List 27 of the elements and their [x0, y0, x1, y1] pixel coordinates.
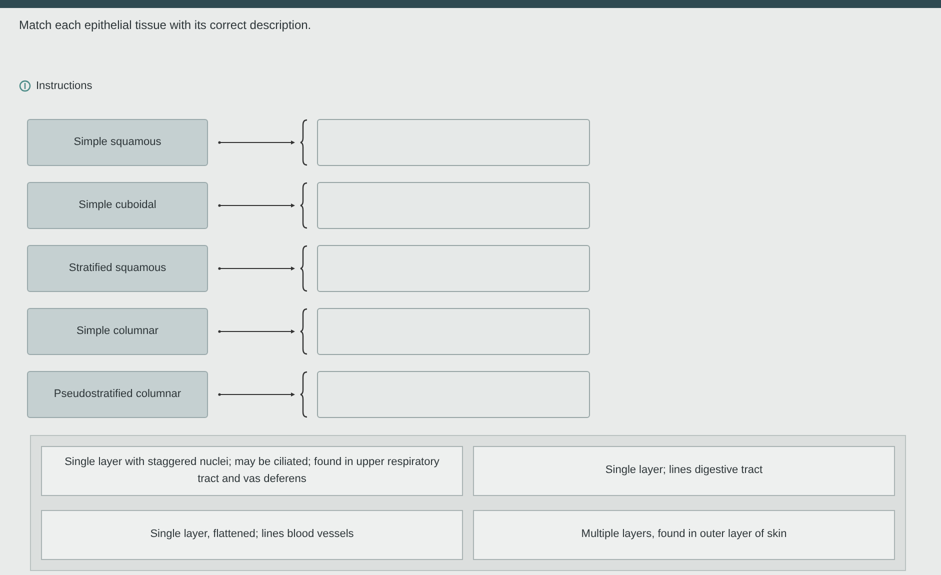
arrow-icon — [218, 202, 296, 208]
arrow-icon — [218, 140, 296, 144]
term-card[interactable]: Simple cuboidal — [27, 182, 208, 228]
term-card[interactable]: Simple columnar — [27, 308, 208, 354]
drop-zone[interactable] — [317, 182, 590, 228]
term-card[interactable]: Stratified squamous — [27, 244, 208, 292]
drop-zone[interactable] — [317, 308, 590, 354]
arrow-icon — [218, 266, 296, 270]
description-card[interactable]: Multiple layers, found in outer layer of skin — [473, 510, 895, 560]
drop-zone[interactable] — [317, 244, 590, 292]
info-icon — [19, 80, 31, 92]
term-card[interactable]: Simple squamous — [27, 118, 208, 166]
question-text: Match each epithelial tissue with its correct description. — [19, 17, 312, 34]
drop-zone[interactable] — [317, 370, 590, 418]
description-card[interactable]: Single layer; lines digestive tract — [473, 446, 895, 496]
term-card[interactable]: Pseudostratified columnar — [27, 370, 208, 418]
arrow-icon — [218, 392, 296, 396]
brace-icon — [300, 118, 308, 166]
brace-icon — [300, 370, 308, 418]
instructions-link[interactable]: Instructions — [19, 78, 92, 94]
arrow-icon — [218, 328, 296, 334]
brace-icon — [300, 308, 308, 354]
description-card[interactable]: Single layer with staggered nuclei; may be ciliated; found in upper respiratory tract and vas deferens — [41, 446, 463, 496]
drop-zone[interactable] — [317, 118, 590, 166]
description-card[interactable]: Single layer, flattened; lines blood vessels — [41, 510, 463, 560]
brace-icon — [300, 244, 308, 292]
brace-icon — [300, 182, 308, 228]
